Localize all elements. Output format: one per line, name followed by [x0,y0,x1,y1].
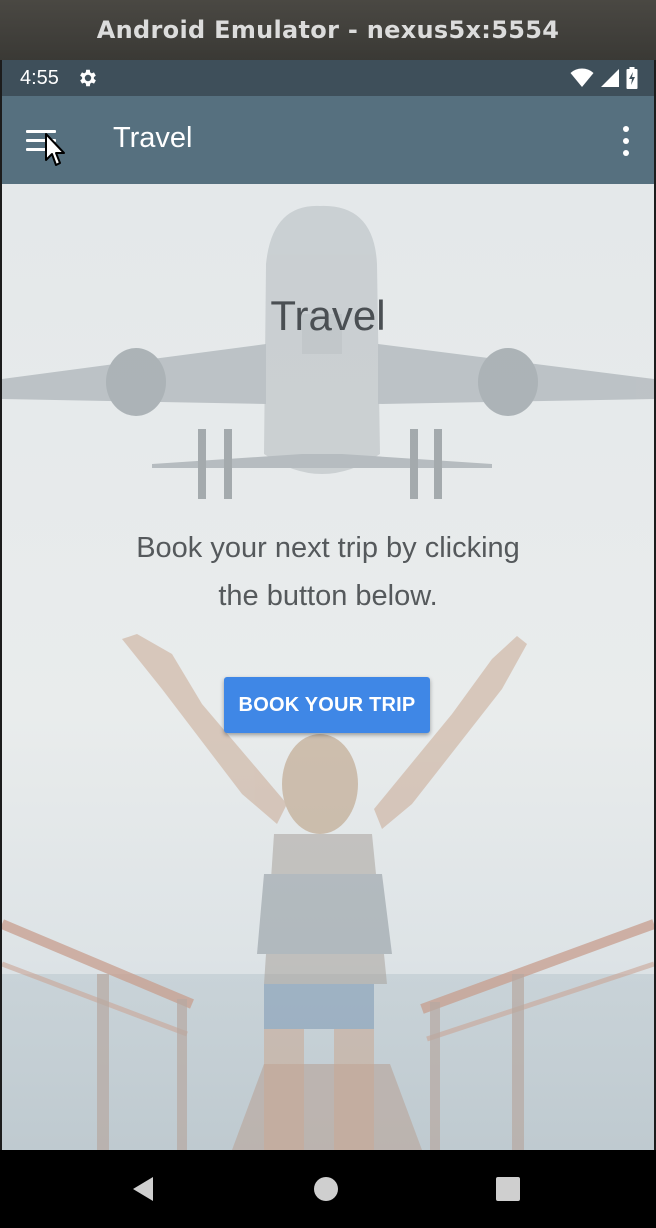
status-icons [570,67,638,89]
status-time: 4:55 [20,66,59,89]
page-heading: Travel [270,292,386,339]
more-vert-icon[interactable] [620,126,632,156]
app-bar: Travel [2,96,654,184]
recents-square-icon[interactable] [496,1177,520,1201]
cell-signal-icon [601,69,619,87]
main-content: Travel Book your next trip by clicking t… [2,184,654,1150]
settings-gear-icon [80,69,96,87]
page-description: Book your next trip by clicking the butt… [136,532,520,612]
back-triangle-icon[interactable] [131,1176,155,1202]
window-title: Android Emulator - nexus5x:5554 [96,16,560,44]
book-your-trip-button[interactable]: BOOK YOUR TRIP [224,677,430,733]
android-nav-bar [0,1150,656,1228]
app-bar-title: Travel [113,122,193,154]
battery-icon [626,67,638,89]
android-status-bar: 4:55 [2,60,654,96]
wifi-icon [570,68,594,87]
home-circle-icon[interactable] [314,1177,338,1201]
emulator-window: Android Emulator - nexus5x:5554 4:55 Tra… [0,0,656,1228]
mouse-cursor-icon [45,133,65,166]
emulator-title-bar: Android Emulator - nexus5x:5554 [0,0,656,60]
